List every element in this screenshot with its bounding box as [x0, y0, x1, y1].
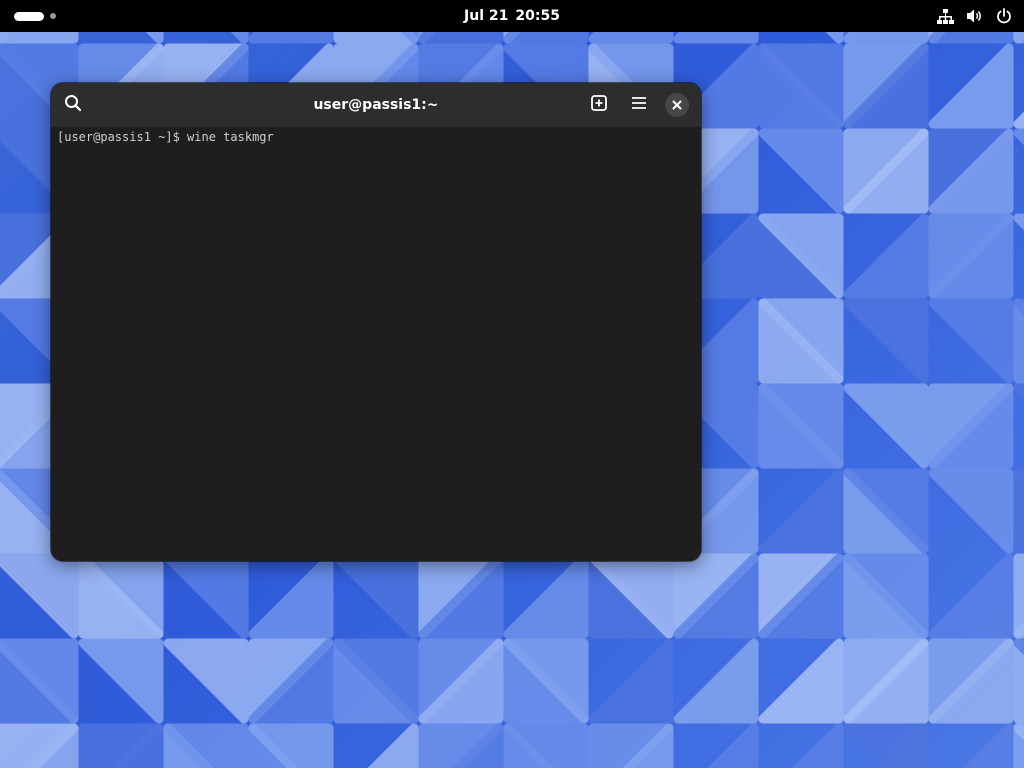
new-tab-button[interactable] — [585, 91, 613, 119]
search-button[interactable] — [59, 91, 87, 119]
close-icon — [671, 96, 683, 115]
clock-button[interactable]: Jul 21 20:55 — [458, 8, 566, 24]
volume-icon — [966, 8, 984, 24]
system-menu-button[interactable] — [937, 6, 1012, 26]
terminal-line: [user@passis1 ~]$ wine taskmgr — [57, 130, 274, 144]
close-button[interactable] — [665, 93, 689, 117]
main-menu-button[interactable] — [625, 91, 653, 119]
workspace-indicator-active[interactable] — [14, 11, 44, 21]
search-icon — [64, 94, 82, 116]
top-bar: Jul 21 20:55 — [0, 0, 1024, 32]
clock-container: Jul 21 20:55 — [0, 0, 1024, 32]
hamburger-menu-icon — [630, 94, 648, 116]
desktop: Jul 21 20:55 user@passis1:~ [user@passis… — [0, 0, 1024, 768]
activities-button[interactable] — [14, 11, 56, 21]
new-tab-icon — [590, 94, 608, 116]
terminal-command: wine taskmgr — [187, 130, 274, 144]
terminal-prompt: [user@passis1 ~]$ — [57, 130, 188, 144]
power-icon — [996, 8, 1012, 24]
terminal-window[interactable]: user@passis1:~ [user@passis1 ~]$ wine ta… — [51, 83, 701, 561]
clock-time: 20:55 — [515, 8, 560, 24]
terminal-header-bar[interactable]: user@passis1:~ — [51, 83, 701, 127]
workspace-indicator-inactive[interactable] — [50, 13, 56, 19]
network-icon — [937, 8, 954, 25]
terminal-content[interactable]: [user@passis1 ~]$ wine taskmgr — [51, 127, 701, 561]
clock-date: Jul 21 — [464, 8, 509, 24]
